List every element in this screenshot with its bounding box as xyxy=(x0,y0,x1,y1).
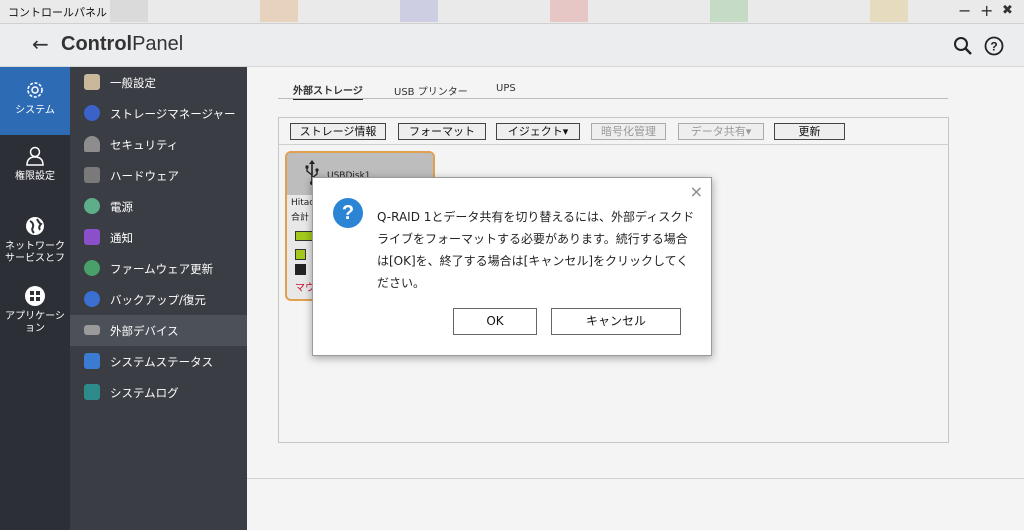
power-icon xyxy=(84,198,100,214)
dialog-message: Q-RAID 1とデータ共有を切り替えるには、外部ディスクドライブをフォーマット… xyxy=(377,210,695,290)
backup-icon xyxy=(84,291,100,307)
free-legend-swatch xyxy=(295,264,306,275)
rail-item-applications[interactable]: アプリケーション xyxy=(0,285,70,341)
submenu-item-general-settings[interactable]: 一般設定 xyxy=(70,67,247,98)
submenu-item-notification[interactable]: 通知 xyxy=(70,222,247,253)
hardware-icon xyxy=(84,167,100,183)
submenu-item-label: システムステータス xyxy=(110,355,214,369)
rail-item-network[interactable]: ネットワーク サービスとフ xyxy=(0,215,70,271)
app-title: ControlPanel xyxy=(61,33,183,56)
system-submenu: 一般設定 ストレージマネージャー セキュリティ ハードウェア 電源 通知 ファー… xyxy=(70,67,247,530)
storage-info-button[interactable]: ストレージ情報 xyxy=(290,123,386,140)
general-settings-icon xyxy=(84,74,100,90)
window-titlebar: コントロールパネル − + ✖ xyxy=(0,0,1024,24)
external-device-icon xyxy=(84,325,100,335)
apps-grid-icon xyxy=(25,286,45,306)
user-icon xyxy=(26,146,44,166)
help-icon[interactable]: ? xyxy=(984,36,1004,56)
rail-item-network-label: ネットワーク サービスとフ xyxy=(5,241,65,264)
submenu-item-label: ハードウェア xyxy=(110,169,179,183)
gear-icon xyxy=(27,82,43,98)
globe-icon xyxy=(26,217,44,235)
firmware-icon xyxy=(84,260,100,276)
device-model: Hitac xyxy=(291,198,315,208)
data-share-dropdown-button[interactable]: データ共有▾ xyxy=(678,123,764,140)
rail-item-system[interactable]: システム xyxy=(0,67,70,135)
submenu-item-backup-restore[interactable]: バックアップ/復元 xyxy=(70,284,247,315)
rail-item-privilege[interactable]: 権限設定 xyxy=(0,145,70,195)
submenu-item-system-log[interactable]: システムログ xyxy=(70,377,247,408)
submenu-item-external-device[interactable]: 外部デバイス xyxy=(70,315,247,346)
taskbar-thumbnails xyxy=(110,0,940,22)
submenu-item-label: 通知 xyxy=(110,231,133,245)
svg-text:?: ? xyxy=(990,40,997,54)
storage-toolbar: ストレージ情報 フォーマット イジェクト▾ 暗号化管理 データ共有▾ 更新 xyxy=(279,118,948,145)
device-total: 合計 xyxy=(291,213,310,223)
submenu-item-label: セキュリティ xyxy=(110,138,179,152)
submenu-item-hardware[interactable]: ハードウェア xyxy=(70,160,247,191)
ok-button[interactable]: OK xyxy=(453,308,537,335)
submenu-item-label: 一般設定 xyxy=(110,76,156,90)
rail-item-applications-label: アプリケーション xyxy=(5,311,65,334)
submenu-item-system-status[interactable]: システムステータス xyxy=(70,346,247,377)
dialog-close-icon[interactable]: × xyxy=(690,182,703,201)
main-navigation-rail: システム 権限設定 ネットワーク サービスとフ アプリケーション xyxy=(0,67,70,530)
used-legend-swatch xyxy=(295,249,306,260)
confirm-format-dialog: × ? Q-RAID 1とデータ共有を切り替えるには、外部ディスクドライブをフォ… xyxy=(312,177,712,356)
close-window-button[interactable]: ✖ xyxy=(1002,2,1013,20)
submenu-item-label: ファームウェア更新 xyxy=(110,262,214,276)
submenu-item-security[interactable]: セキュリティ xyxy=(70,129,247,160)
window-title: コントロールパネル xyxy=(8,6,107,19)
minimize-button[interactable]: − xyxy=(958,2,971,20)
submenu-item-label: ストレージマネージャー xyxy=(110,107,236,121)
eject-dropdown-button[interactable]: イジェクト▾ xyxy=(496,123,580,140)
submenu-item-label: 電源 xyxy=(110,200,133,214)
footer-divider xyxy=(247,478,1024,479)
search-icon[interactable] xyxy=(953,36,973,56)
system-log-icon xyxy=(84,384,100,400)
rail-item-privilege-label: 権限設定 xyxy=(15,171,55,182)
format-button[interactable]: フォーマット xyxy=(398,123,486,140)
question-icon: ? xyxy=(333,198,363,228)
submenu-item-label: 外部デバイス xyxy=(110,324,179,338)
submenu-item-firmware-update[interactable]: ファームウェア更新 xyxy=(70,253,247,284)
submenu-item-storage-manager[interactable]: ストレージマネージャー xyxy=(70,98,247,129)
notification-icon xyxy=(84,229,100,245)
app-title-bold: Control xyxy=(61,33,133,55)
submenu-item-label: バックアップ/復元 xyxy=(110,293,206,307)
back-arrow-icon[interactable]: ← xyxy=(32,32,49,56)
lock-icon xyxy=(84,136,100,152)
system-status-icon xyxy=(84,353,100,369)
tab-divider xyxy=(278,98,948,99)
app-title-rest: Panel xyxy=(132,33,184,55)
submenu-item-label: システムログ xyxy=(110,386,179,400)
maximize-button[interactable]: + xyxy=(980,2,993,20)
storage-icon xyxy=(84,105,100,121)
encryption-management-button[interactable]: 暗号化管理 xyxy=(591,123,666,140)
refresh-button[interactable]: 更新 xyxy=(774,123,845,140)
submenu-item-power[interactable]: 電源 xyxy=(70,191,247,222)
cancel-button[interactable]: キャンセル xyxy=(551,308,681,335)
app-header: ← ControlPanel ? xyxy=(0,24,1024,67)
rail-item-system-label: システム xyxy=(15,105,55,116)
